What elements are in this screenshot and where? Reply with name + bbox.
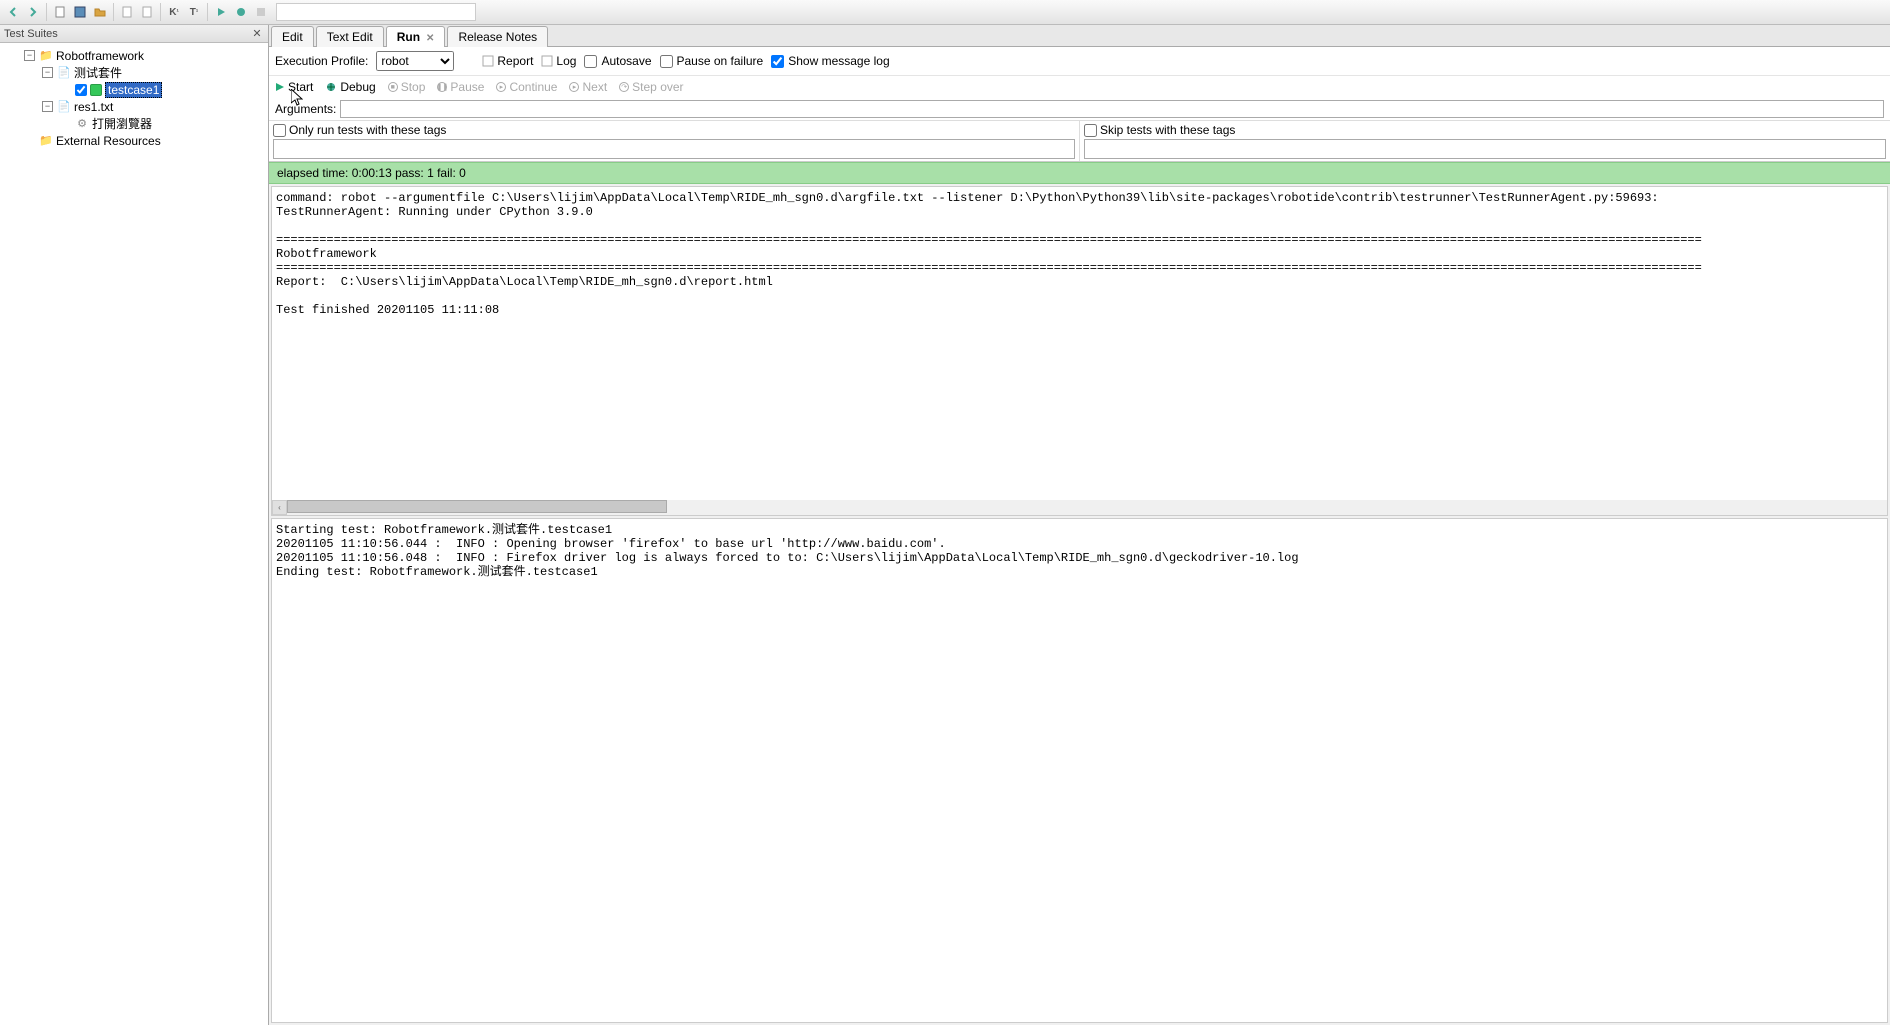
doc2-icon[interactable] — [138, 3, 156, 21]
folder-icon: 📁 — [39, 49, 53, 63]
status-bar: elapsed time: 0:00:13 pass: 1 fail: 0 — [269, 162, 1890, 184]
open-icon[interactable] — [91, 3, 109, 21]
arguments-input[interactable] — [340, 100, 1884, 118]
autosave-checkbox[interactable]: Autosave — [584, 54, 651, 68]
console-text: command: robot --argumentfile C:\Users\l… — [272, 187, 1887, 321]
collapse-icon[interactable]: − — [24, 50, 35, 61]
only-tags-input[interactable] — [273, 139, 1075, 159]
file-icon: 📄 — [57, 100, 71, 114]
forward-icon[interactable] — [24, 3, 42, 21]
tab-bar: Edit Text Edit Run✕ Release Notes — [269, 25, 1890, 47]
show-message-log-checkbox[interactable]: Show message log — [771, 54, 889, 68]
tree-resource[interactable]: − 📄 res1.txt — [0, 98, 268, 115]
tree-label: 测试套件 — [74, 64, 122, 81]
sidebar-header: Test Suites ✕ — [0, 25, 268, 43]
tree-label: Robotframework — [56, 49, 144, 63]
sidebar-title: Test Suites — [4, 28, 58, 40]
tab-edit[interactable]: Edit — [271, 26, 314, 47]
only-tags-checkbox[interactable] — [273, 124, 286, 137]
tab-textedit[interactable]: Text Edit — [316, 26, 384, 47]
message-log-text: Starting test: Robotframework.测试套件.testc… — [272, 519, 1887, 583]
tab-release[interactable]: Release Notes — [447, 26, 548, 47]
tree-label: External Resources — [56, 134, 161, 148]
content-area: Edit Text Edit Run✕ Release Notes Execut… — [269, 25, 1890, 1025]
run-icon[interactable] — [212, 3, 230, 21]
tree-keyword[interactable]: ⚙ 打開瀏覽器 — [0, 115, 268, 132]
new-file-icon[interactable] — [51, 3, 69, 21]
debug-icon[interactable] — [232, 3, 250, 21]
console-output[interactable]: command: robot --argumentfile C:\Users\l… — [271, 186, 1888, 516]
file-icon: 📄 — [57, 66, 71, 80]
h-scrollbar[interactable]: ‹ — [272, 500, 1887, 515]
tc-icon[interactable]: T¹ — [185, 3, 203, 21]
collapse-icon[interactable]: − — [42, 67, 53, 78]
tree-root[interactable]: − 📁 Robotframework — [0, 47, 268, 64]
tree-external[interactable]: 📁 External Resources — [0, 132, 268, 149]
tree-label: testcase1 — [105, 82, 162, 98]
tree-suite[interactable]: − 📄 测试套件 — [0, 64, 268, 81]
stop-button: ■Stop — [388, 80, 426, 94]
profile-select[interactable]: robot — [376, 51, 454, 71]
log-button[interactable]: Log — [541, 54, 576, 68]
report-button[interactable]: Report — [482, 54, 533, 68]
scroll-left-icon[interactable]: ‹ — [272, 500, 287, 515]
pause-button: ❚❚Pause — [437, 80, 484, 94]
tree-label: 打開瀏覽器 — [92, 115, 152, 132]
skip-tags-input[interactable] — [1084, 139, 1886, 159]
toolbar-search[interactable] — [276, 3, 476, 21]
next-button: ▸Next — [569, 80, 607, 94]
tree-label: res1.txt — [74, 100, 113, 114]
profile-label: Execution Profile: — [275, 54, 368, 68]
arguments-label: Arguments: — [275, 102, 336, 116]
tab-run[interactable]: Run✕ — [386, 26, 446, 47]
sidebar: Test Suites ✕ − 📁 Robotframework − 📄 测试套… — [0, 25, 269, 1025]
debug-button[interactable]: Debug — [325, 80, 375, 94]
test-tree[interactable]: − 📁 Robotframework − 📄 测试套件 testcase1 − … — [0, 43, 268, 1025]
kw-icon[interactable]: K¹ — [165, 3, 183, 21]
doc1-icon[interactable] — [118, 3, 136, 21]
scroll-thumb[interactable] — [287, 500, 667, 513]
message-log[interactable]: Starting test: Robotframework.测试套件.testc… — [271, 518, 1888, 1023]
pause-on-failure-checkbox[interactable]: Pause on failure — [660, 54, 764, 68]
main-toolbar: K¹ T¹ — [0, 0, 1890, 25]
start-button[interactable]: Start — [275, 80, 313, 94]
close-icon[interactable]: ✕ — [426, 33, 434, 44]
stop-icon[interactable] — [252, 3, 270, 21]
folder-icon: 📁 — [39, 134, 53, 148]
back-icon[interactable] — [4, 3, 22, 21]
skip-tags-checkbox[interactable] — [1084, 124, 1097, 137]
run-panel: Execution Profile: robot Report Log Auto… — [269, 47, 1890, 162]
tree-testcase[interactable]: testcase1 — [0, 81, 268, 98]
testcase-checkbox[interactable] — [75, 84, 87, 96]
continue-button: ▸Continue — [496, 80, 557, 94]
save-icon[interactable] — [71, 3, 89, 21]
keyword-icon: ⚙ — [75, 117, 89, 131]
collapse-icon[interactable]: − — [42, 101, 53, 112]
stepover-button: ↷Step over — [619, 80, 683, 94]
pass-icon — [90, 84, 102, 96]
close-icon[interactable]: ✕ — [250, 27, 264, 41]
